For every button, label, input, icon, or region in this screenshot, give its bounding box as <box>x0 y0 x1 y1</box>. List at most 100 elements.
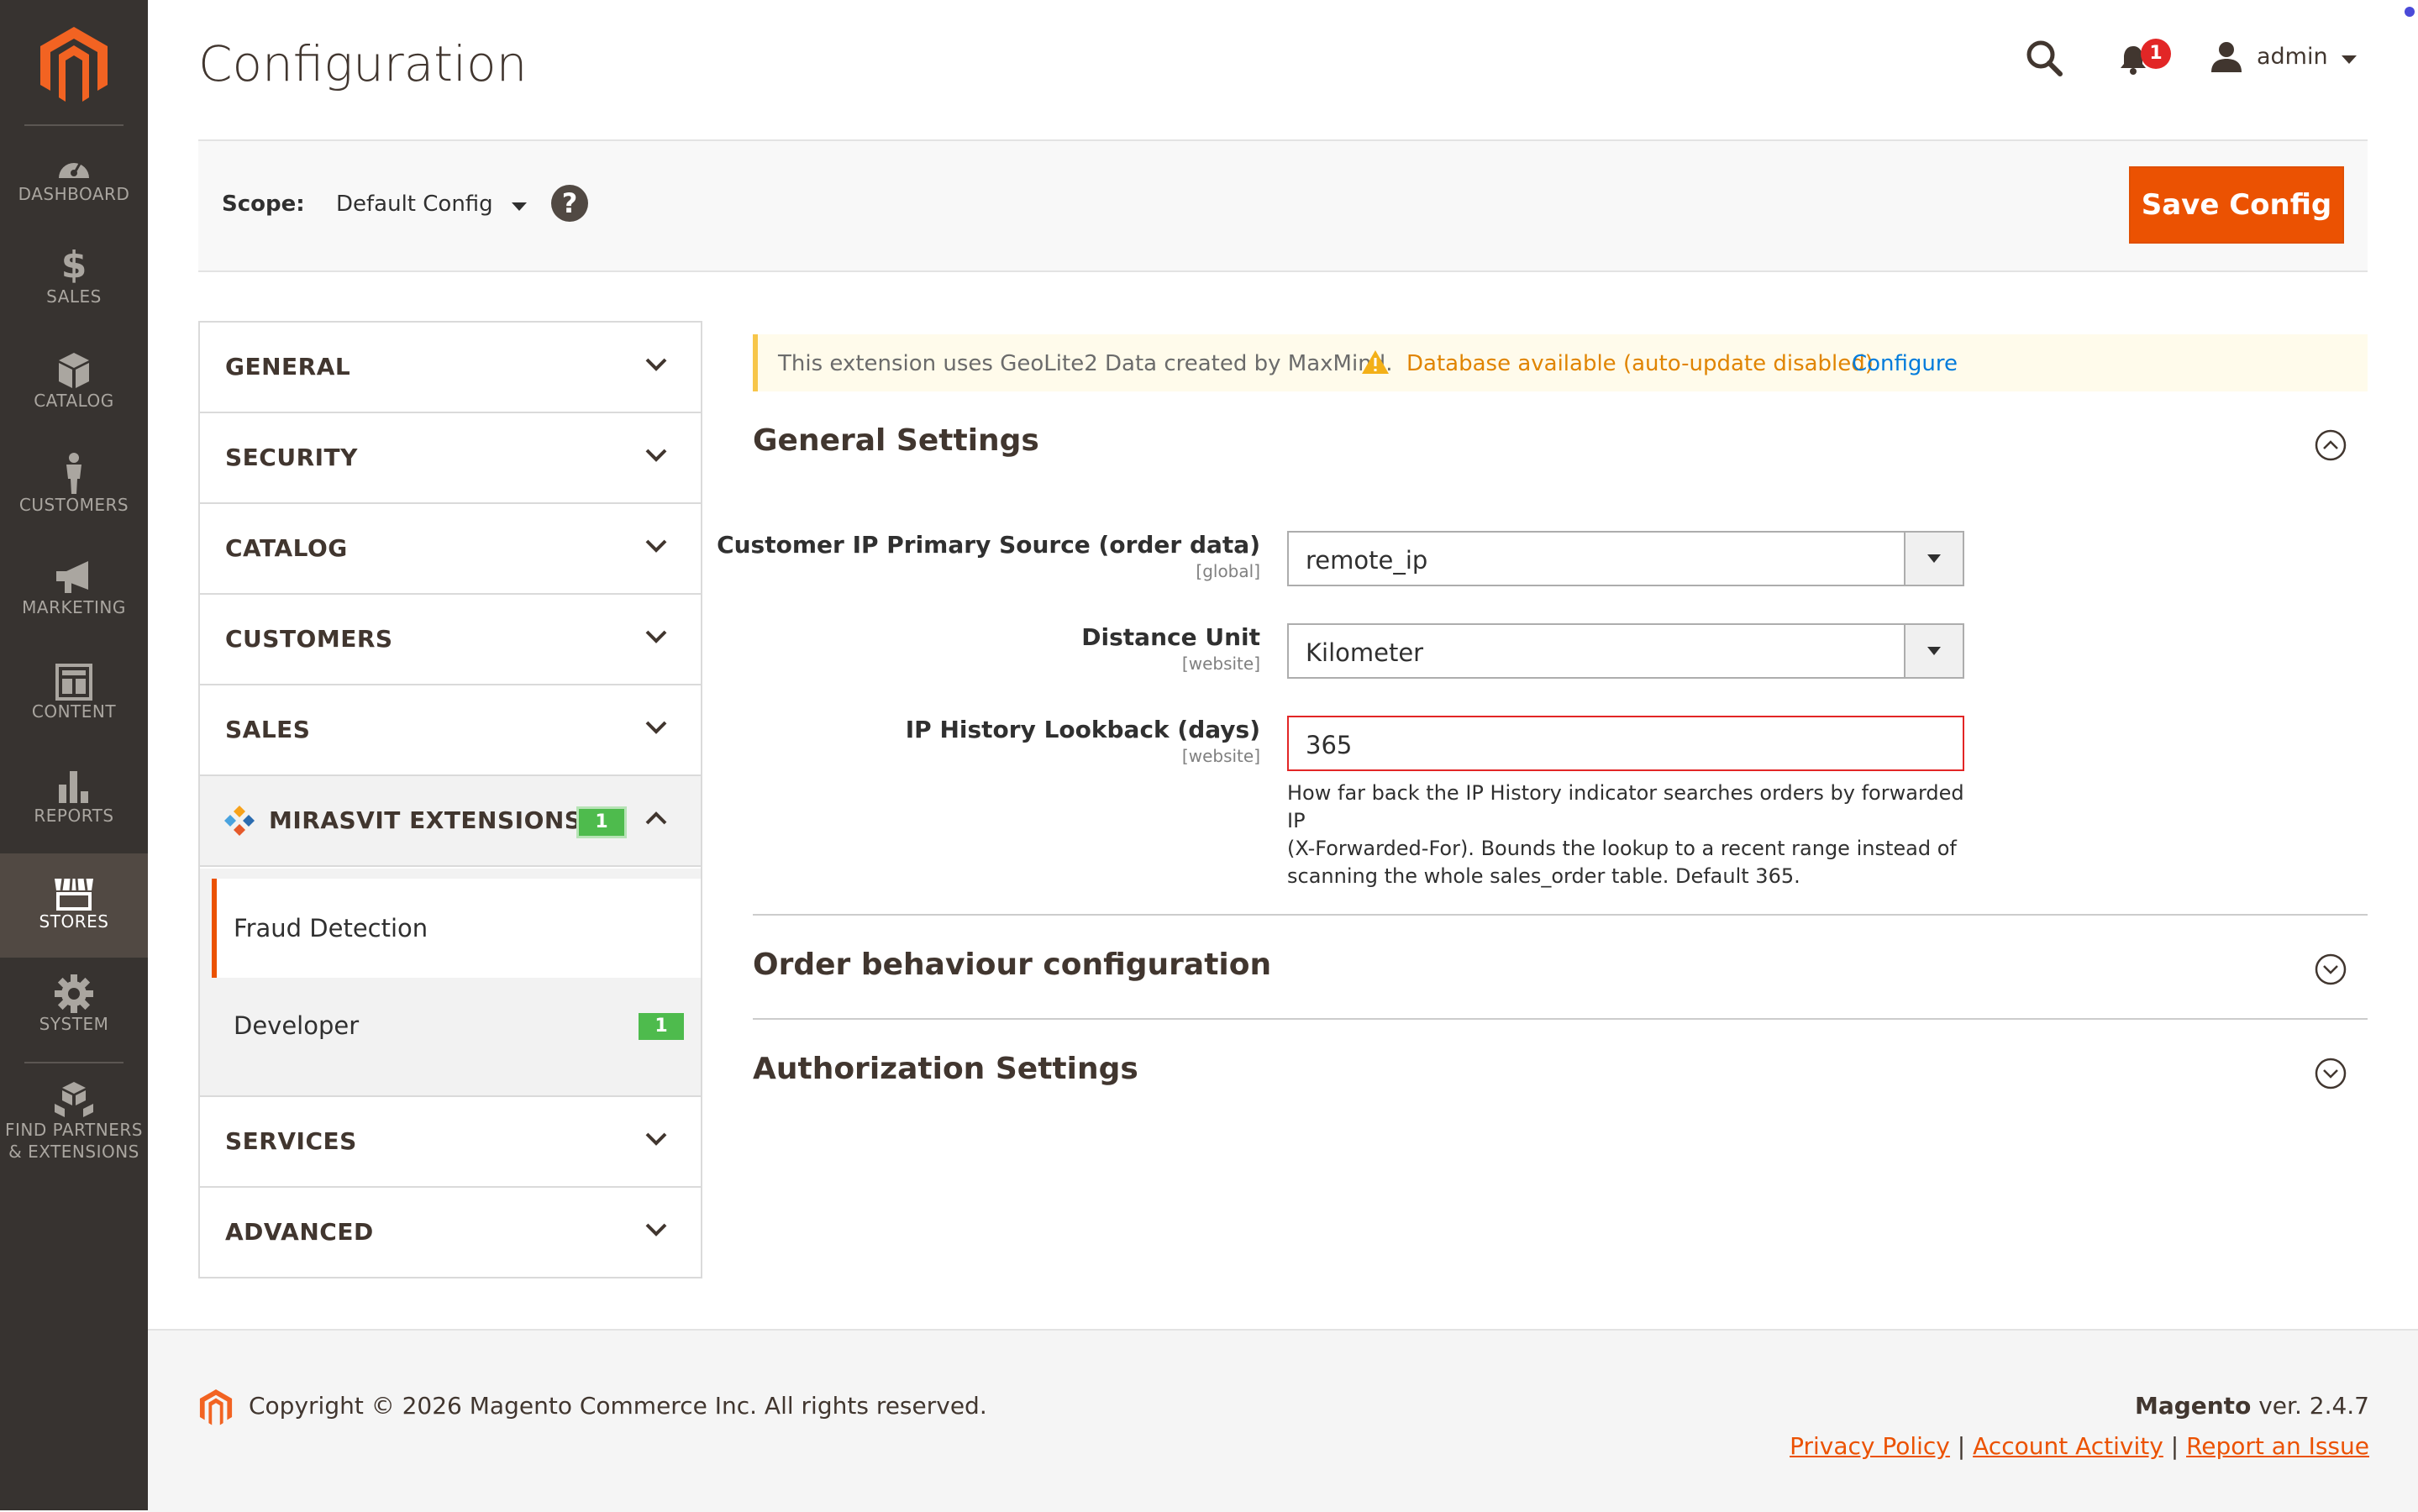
tab-label: MIRASVIT EXTENSIONS <box>269 806 582 834</box>
tab-count-badge: 1 <box>576 806 627 838</box>
warning-icon <box>1362 350 1389 374</box>
submenu-item-developer[interactable]: Developer 1 <box>212 978 701 1077</box>
magento-version: Magento ver. 2.4.7 <box>2135 1392 2369 1420</box>
submenu-count-badge: 1 <box>639 1013 684 1040</box>
sidebar-item-sales[interactable]: $ SALES <box>0 242 148 346</box>
section-authorization-settings[interactable]: Authorization Settings <box>753 1052 1138 1086</box>
geolite-notice: This extension uses GeoLite2 Data create… <box>753 334 2368 391</box>
section-order-behaviour[interactable]: Order behaviour configuration <box>753 948 1271 982</box>
scope-help-icon[interactable]: ? <box>551 185 588 222</box>
tab-general[interactable]: GENERAL <box>200 323 701 413</box>
field-scope: [website] <box>1181 654 1260 674</box>
magento-logo-icon[interactable] <box>37 27 111 104</box>
tab-sales[interactable]: SALES <box>200 685 701 776</box>
layout-icon <box>55 664 92 701</box>
tab-label: GENERAL <box>225 353 351 381</box>
sidebar-item-label: SALES <box>46 286 102 307</box>
magento-footer-logo-icon <box>199 1389 233 1425</box>
ip-primary-source-select[interactable]: remote_ip <box>1287 531 1964 586</box>
chevron-down-icon <box>645 449 667 462</box>
submenu-item-fraud-detection[interactable]: Fraud Detection <box>212 879 701 978</box>
sidebar-item-label: FIND PARTNERS <box>5 1120 143 1140</box>
tab-label: ADVANCED <box>225 1218 374 1246</box>
copyright-text: Copyright © 2026 Magento Commerce Inc. A… <box>249 1392 987 1420</box>
sidebar-item-dashboard[interactable]: DASHBOARD <box>0 138 148 242</box>
sidebar-item-stores[interactable]: STORES <box>0 853 148 958</box>
tab-label: SERVICES <box>225 1127 357 1155</box>
expand-circle-icon[interactable] <box>2314 1057 2347 1090</box>
chevron-down-icon <box>645 721 667 734</box>
link-separator: | <box>2170 1432 2179 1460</box>
version-number: ver. 2.4.7 <box>2251 1392 2369 1420</box>
privacy-policy-link[interactable]: Privacy Policy <box>1790 1432 1950 1460</box>
sidebar-item-label: SYSTEM <box>39 1014 109 1034</box>
admin-user-menu[interactable]: admin <box>2257 44 2358 70</box>
sidebar-item-label: MARKETING <box>22 597 126 617</box>
report-issue-link[interactable]: Report an Issue <box>2186 1432 2369 1460</box>
field-note-line: (X-Forwarded-For). Bounds the lookup to … <box>1287 837 1957 860</box>
field-scope: [global] <box>1196 561 1260 581</box>
section-general-settings[interactable]: General Settings <box>753 423 1039 458</box>
collapse-circle-icon[interactable] <box>2314 428 2347 462</box>
field-note-line: How far back the IP History indicator se… <box>1287 781 1964 832</box>
sidebar-item-content[interactable]: CONTENT <box>0 659 148 763</box>
sidebar-item-reports[interactable]: REPORTS <box>0 763 148 867</box>
sidebar-item-catalog[interactable]: CATALOG <box>0 346 148 450</box>
section-divider <box>753 914 2368 916</box>
sidebar-item-label: STORES <box>39 911 109 932</box>
field-label: Distance Unit <box>1081 623 1260 651</box>
select-value: Kilometer <box>1306 638 1424 667</box>
field-scope: [website] <box>1181 746 1260 766</box>
sidebar-item-find-partners[interactable]: FIND PARTNERS & EXTENSIONS <box>0 1077 148 1186</box>
admin-username: admin <box>2257 44 2328 70</box>
sidebar-item-label: REPORTS <box>34 806 114 826</box>
version-brand: Magento <box>2134 1392 2252 1420</box>
tab-services[interactable]: SERVICES <box>200 1097 701 1188</box>
page-footer <box>148 1329 2418 1512</box>
scope-switcher[interactable]: Default Config <box>336 192 527 217</box>
chevron-down-icon <box>645 358 667 371</box>
admin-sidebar: DASHBOARD $ SALES CATALOG CUSTOMERS MARK… <box>0 0 148 1510</box>
save-config-button[interactable]: Save Config <box>2129 166 2344 244</box>
tab-security[interactable]: SECURITY <box>200 413 701 504</box>
chevron-up-icon <box>645 811 667 825</box>
chevron-down-icon <box>645 539 667 553</box>
expand-circle-icon[interactable] <box>2314 953 2347 986</box>
person-icon <box>66 453 81 494</box>
select-value: remote_ip <box>1306 546 1428 575</box>
sidebar-divider <box>24 124 124 126</box>
submenu-item-label: Developer <box>234 1011 360 1040</box>
notice-status: Database available (auto-update disabled… <box>1406 351 1874 376</box>
sidebar-item-customers[interactable]: CUSTOMERS <box>0 450 148 554</box>
sidebar-item-system[interactable]: SYSTEM <box>0 971 148 1075</box>
field-note: How far back the IP History indicator se… <box>1287 780 1964 890</box>
distance-unit-select[interactable]: Kilometer <box>1287 623 1964 679</box>
user-icon[interactable] <box>2210 40 2243 74</box>
scope-value: Default Config <box>336 192 493 217</box>
tab-customers[interactable]: CUSTOMERS <box>200 595 701 685</box>
tab-label: CATALOG <box>225 534 348 562</box>
caret-down-icon <box>511 202 527 211</box>
search-icon[interactable] <box>2025 39 2063 77</box>
cubes-icon <box>55 1082 93 1117</box>
notification-count-badge[interactable]: 1 <box>2141 39 2171 69</box>
gear-icon <box>55 974 93 1013</box>
caret-down-icon <box>2342 55 2358 64</box>
tab-label: SALES <box>225 716 311 743</box>
field-label: IP History Lookback (days) <box>905 716 1260 743</box>
tab-advanced[interactable]: ADVANCED <box>200 1188 701 1277</box>
field-note-line: scanning the whole sales_order table. De… <box>1287 864 1800 888</box>
sidebar-item-marketing[interactable]: MARKETING <box>0 554 148 659</box>
tab-label: CUSTOMERS <box>225 625 393 653</box>
tab-mirasvit-extensions[interactable]: MIRASVIT EXTENSIONS 1 <box>200 776 701 867</box>
tab-catalog[interactable]: CATALOG <box>200 504 701 595</box>
configure-link[interactable]: Configure <box>1852 351 1958 376</box>
sidebar-item-label: CATALOG <box>34 391 114 411</box>
caret-down-icon <box>1927 554 1941 563</box>
account-activity-link[interactable]: Account Activity <box>1973 1432 2163 1460</box>
caret-down-icon <box>1927 647 1941 655</box>
tab-label: SECURITY <box>225 444 358 471</box>
storefront-icon <box>55 878 93 911</box>
ip-history-lookback-input[interactable]: 365 <box>1287 716 1964 771</box>
box-icon <box>59 353 89 388</box>
